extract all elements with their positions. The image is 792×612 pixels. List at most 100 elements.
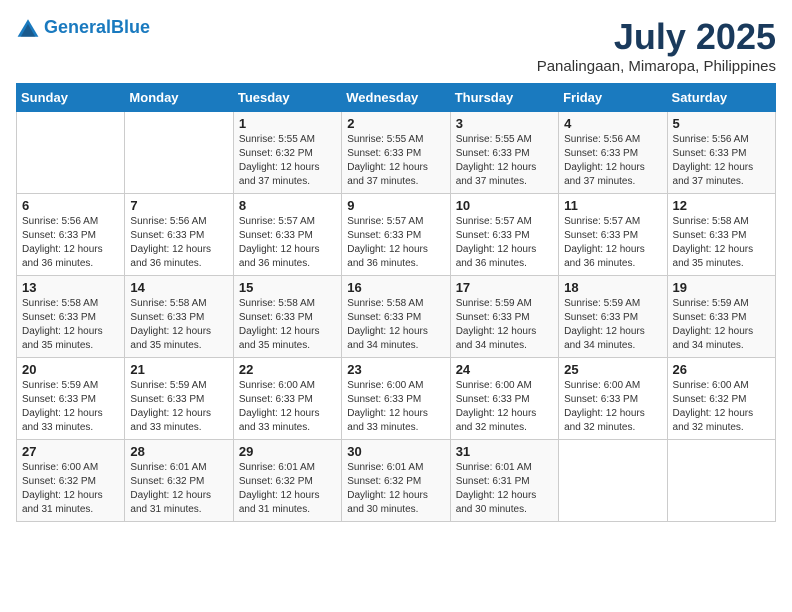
calendar-cell: 2Sunrise: 5:55 AM Sunset: 6:33 PM Daylig… [342, 112, 450, 194]
day-number: 21 [130, 362, 227, 377]
col-header-monday: Monday [125, 84, 233, 112]
day-number: 22 [239, 362, 336, 377]
calendar-cell: 1 Sunrise: 5:55 AM Sunset: 6:32 PM Daylig… [233, 112, 341, 194]
day-number: 14 [130, 280, 227, 295]
day-number: 1 [239, 116, 336, 131]
cell-details: Sunrise: 5:55 AM Sunset: 6:32 PM Dayligh… [239, 133, 336, 189]
calendar-week-row: 20 Sunrise: 5:59 AM Sunset: 6:33 PM Dayli… [17, 358, 776, 440]
calendar-cell: 13 Sunrise: 5:58 AM Sunset: 6:33 PM Dayli… [17, 276, 125, 358]
cell-details: Sunrise: 5:58 AM Sunset: 6:33 PM Dayligh… [22, 297, 119, 353]
day-number: 31 [456, 444, 553, 459]
col-header-thursday: Thursday [450, 84, 558, 112]
calendar-cell: 28 Sunrise: 6:01 AM Sunset: 6:32 PM Dayli… [125, 440, 233, 522]
day-number: 19 [673, 280, 770, 295]
calendar-cell: 23Sunrise: 6:00 AM Sunset: 6:33 PM Dayli… [342, 358, 450, 440]
cell-details: Sunrise: 5:58 AM Sunset: 6:33 PM Dayligh… [130, 297, 227, 353]
day-number: 27 [22, 444, 119, 459]
day-number: 12 [673, 198, 770, 213]
cell-details: Sunrise: 5:56 AM Sunset: 6:33 PM Dayligh… [22, 215, 119, 271]
day-number: 24 [456, 362, 553, 377]
calendar-cell: 21 Sunrise: 5:59 AM Sunset: 6:33 PM Dayli… [125, 358, 233, 440]
day-number: 7 [130, 198, 227, 213]
cell-details: Sunrise: 5:59 AM Sunset: 6:33 PM Dayligh… [456, 297, 553, 353]
cell-details: Sunrise: 5:59 AM Sunset: 6:33 PM Dayligh… [673, 297, 770, 353]
calendar-week-row: 27 Sunrise: 6:00 AM Sunset: 6:32 PM Dayli… [17, 440, 776, 522]
calendar-cell: 4Sunrise: 5:56 AM Sunset: 6:33 PM Daylig… [559, 112, 667, 194]
col-header-wednesday: Wednesday [342, 84, 450, 112]
calendar-cell: 25 Sunrise: 6:00 AM Sunset: 6:33 PM Dayli… [559, 358, 667, 440]
day-number: 18 [564, 280, 661, 295]
cell-details: Sunrise: 5:55 AM Sunset: 6:33 PM Dayligh… [456, 133, 553, 189]
cell-details: Sunrise: 5:57 AM Sunset: 6:33 PM Dayligh… [564, 215, 661, 271]
calendar-cell: 31Sunrise: 6:01 AM Sunset: 6:31 PM Dayli… [450, 440, 558, 522]
calendar-cell: 18 Sunrise: 5:59 AM Sunset: 6:33 PM Dayli… [559, 276, 667, 358]
day-number: 25 [564, 362, 661, 377]
logo-text: GeneralBlue [44, 18, 150, 38]
day-number: 8 [239, 198, 336, 213]
calendar-cell: 19 Sunrise: 5:59 AM Sunset: 6:33 PM Dayli… [667, 276, 775, 358]
calendar-cell [559, 440, 667, 522]
cell-details: Sunrise: 6:01 AM Sunset: 6:32 PM Dayligh… [130, 461, 227, 517]
logo-line2: Blue [111, 17, 150, 37]
day-number: 30 [347, 444, 444, 459]
cell-details: Sunrise: 5:56 AM Sunset: 6:33 PM Dayligh… [130, 215, 227, 271]
day-number: 2 [347, 116, 444, 131]
cell-details: Sunrise: 5:57 AM Sunset: 6:33 PM Dayligh… [239, 215, 336, 271]
logo-line1: General [44, 17, 111, 37]
logo: GeneralBlue [16, 16, 150, 40]
calendar-cell: 10Sunrise: 5:57 AM Sunset: 6:33 PM Dayli… [450, 194, 558, 276]
header: GeneralBlue July 2025 Panalingaan, Mimar… [16, 16, 776, 75]
day-number: 5 [673, 116, 770, 131]
cell-details: Sunrise: 6:00 AM Sunset: 6:33 PM Dayligh… [456, 379, 553, 435]
cell-details: Sunrise: 5:59 AM Sunset: 6:33 PM Dayligh… [564, 297, 661, 353]
cell-details: Sunrise: 5:57 AM Sunset: 6:33 PM Dayligh… [456, 215, 553, 271]
calendar-cell: 11 Sunrise: 5:57 AM Sunset: 6:33 PM Dayli… [559, 194, 667, 276]
cell-details: Sunrise: 6:00 AM Sunset: 6:33 PM Dayligh… [347, 379, 444, 435]
day-number: 17 [456, 280, 553, 295]
cell-details: Sunrise: 5:59 AM Sunset: 6:33 PM Dayligh… [130, 379, 227, 435]
day-number: 15 [239, 280, 336, 295]
calendar-cell: 9Sunrise: 5:57 AM Sunset: 6:33 PM Daylig… [342, 194, 450, 276]
calendar-cell: 8 Sunrise: 5:57 AM Sunset: 6:33 PM Daylig… [233, 194, 341, 276]
day-number: 28 [130, 444, 227, 459]
cell-details: Sunrise: 5:57 AM Sunset: 6:33 PM Dayligh… [347, 215, 444, 271]
calendar-week-row: 1 Sunrise: 5:55 AM Sunset: 6:32 PM Daylig… [17, 112, 776, 194]
day-number: 11 [564, 198, 661, 213]
calendar-cell [17, 112, 125, 194]
calendar-header-row: SundayMondayTuesdayWednesdayThursdayFrid… [17, 84, 776, 112]
cell-details: Sunrise: 6:00 AM Sunset: 6:32 PM Dayligh… [673, 379, 770, 435]
calendar-subtitle: Panalingaan, Mimaropa, Philippines [537, 58, 776, 75]
calendar-week-row: 6 Sunrise: 5:56 AM Sunset: 6:33 PM Daylig… [17, 194, 776, 276]
calendar-cell: 14 Sunrise: 5:58 AM Sunset: 6:33 PM Dayli… [125, 276, 233, 358]
cell-details: Sunrise: 6:01 AM Sunset: 6:32 PM Dayligh… [239, 461, 336, 517]
calendar-cell: 16Sunrise: 5:58 AM Sunset: 6:33 PM Dayli… [342, 276, 450, 358]
cell-details: Sunrise: 5:58 AM Sunset: 6:33 PM Dayligh… [673, 215, 770, 271]
cell-details: Sunrise: 6:00 AM Sunset: 6:32 PM Dayligh… [22, 461, 119, 517]
day-number: 6 [22, 198, 119, 213]
cell-details: Sunrise: 6:00 AM Sunset: 6:33 PM Dayligh… [564, 379, 661, 435]
calendar-cell: 15 Sunrise: 5:58 AM Sunset: 6:33 PM Dayli… [233, 276, 341, 358]
calendar-week-row: 13 Sunrise: 5:58 AM Sunset: 6:33 PM Dayli… [17, 276, 776, 358]
col-header-tuesday: Tuesday [233, 84, 341, 112]
calendar-cell: 3Sunrise: 5:55 AM Sunset: 6:33 PM Daylig… [450, 112, 558, 194]
cell-details: Sunrise: 5:56 AM Sunset: 6:33 PM Dayligh… [673, 133, 770, 189]
logo-icon [16, 16, 40, 40]
calendar-cell: 6 Sunrise: 5:56 AM Sunset: 6:33 PM Daylig… [17, 194, 125, 276]
calendar-title: July 2025 [537, 16, 776, 58]
cell-details: Sunrise: 5:58 AM Sunset: 6:33 PM Dayligh… [347, 297, 444, 353]
day-number: 20 [22, 362, 119, 377]
calendar-cell [667, 440, 775, 522]
day-number: 13 [22, 280, 119, 295]
calendar-cell: 22 Sunrise: 6:00 AM Sunset: 6:33 PM Dayli… [233, 358, 341, 440]
calendar-cell: 12 Sunrise: 5:58 AM Sunset: 6:33 PM Dayli… [667, 194, 775, 276]
calendar-cell: 26Sunrise: 6:00 AM Sunset: 6:32 PM Dayli… [667, 358, 775, 440]
cell-details: Sunrise: 6:00 AM Sunset: 6:33 PM Dayligh… [239, 379, 336, 435]
day-number: 29 [239, 444, 336, 459]
col-header-saturday: Saturday [667, 84, 775, 112]
cell-details: Sunrise: 5:58 AM Sunset: 6:33 PM Dayligh… [239, 297, 336, 353]
calendar-cell: 7 Sunrise: 5:56 AM Sunset: 6:33 PM Daylig… [125, 194, 233, 276]
title-area: July 2025 Panalingaan, Mimaropa, Philipp… [537, 16, 776, 75]
cell-details: Sunrise: 6:01 AM Sunset: 6:32 PM Dayligh… [347, 461, 444, 517]
calendar-cell: 27 Sunrise: 6:00 AM Sunset: 6:32 PM Dayli… [17, 440, 125, 522]
day-number: 4 [564, 116, 661, 131]
